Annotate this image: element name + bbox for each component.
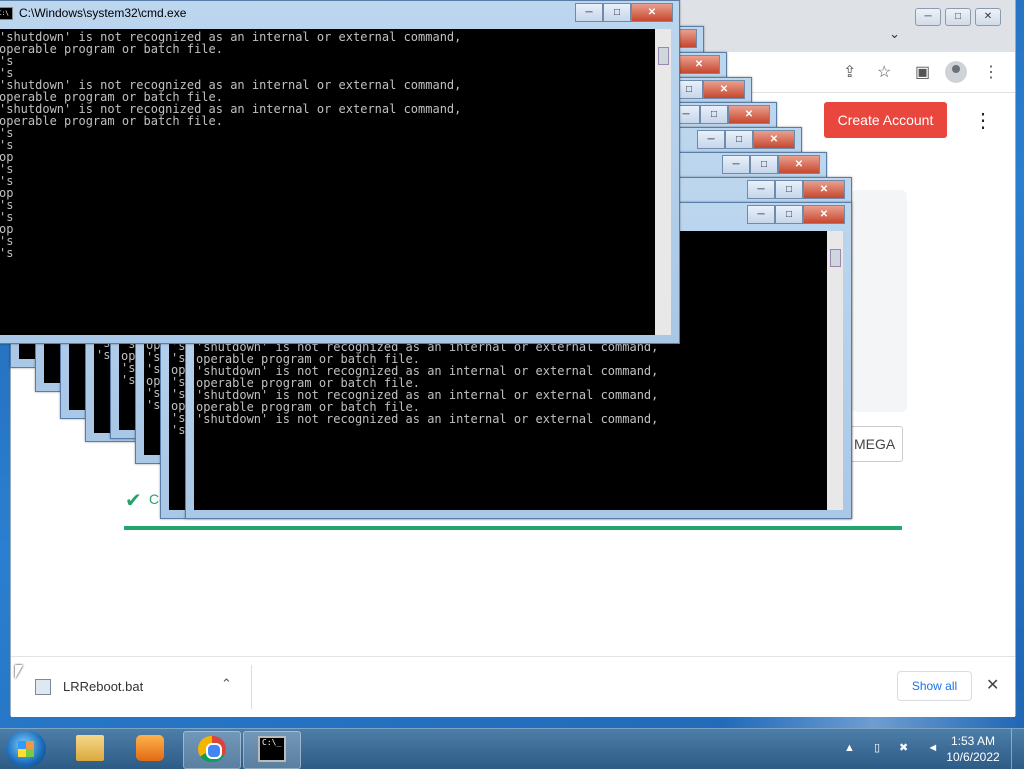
taskbar-clock[interactable]: 1:53 AM 10/6/2022 xyxy=(940,733,1006,765)
maximize-button[interactable]: □ xyxy=(700,105,728,124)
cmd-window-controls: ─□✕ xyxy=(722,155,820,174)
page-menu-icon[interactable]: ⋮ xyxy=(973,108,993,133)
download-divider xyxy=(251,665,252,709)
cmd-window-title: C:\Windows\system32\cmd.exe xyxy=(19,6,187,20)
maximize-button[interactable]: □ xyxy=(725,130,753,149)
folder-icon xyxy=(76,735,104,761)
taskbar: C:\_ ▲ ▯ ✖ ◄ 1:53 AM 10/6/2022 xyxy=(0,728,1024,769)
cmd-icon: C:\ xyxy=(0,7,13,20)
chrome-icon xyxy=(198,736,226,762)
checkmark-icon: ✔ xyxy=(125,490,142,512)
chrome-menu-icon[interactable]: ⋮ xyxy=(983,62,999,82)
show-all-button[interactable]: Show all xyxy=(897,671,972,701)
minimize-button[interactable]: ─ xyxy=(575,3,603,22)
create-account-button[interactable]: Create Account xyxy=(824,102,947,138)
page-card xyxy=(851,190,907,412)
close-button[interactable]: ✕ xyxy=(803,205,845,224)
minimize-button[interactable]: ─ xyxy=(697,130,725,149)
maximize-button[interactable]: □ xyxy=(775,180,803,199)
cmd-console[interactable]: 'shutdown' is not recognized as an inter… xyxy=(0,29,655,335)
cmd-window-controls: ─□✕ xyxy=(697,130,795,149)
close-button[interactable]: ✕ xyxy=(803,180,845,199)
download-progress-bar xyxy=(124,526,902,530)
close-button[interactable]: ✕ xyxy=(703,80,745,99)
chrome-window-controls: ─ □ ✕ xyxy=(915,8,1001,26)
cmd-title-bar[interactable]: C:\ C:\Windows\system32\cmd.exe ─□✕ xyxy=(0,1,679,27)
clock-date: 10/6/2022 xyxy=(946,750,1000,764)
cmd-window[interactable]: C:\ C:\Windows\system32\cmd.exe ─□✕ 'shutdo… xyxy=(0,0,680,344)
side-panel-icon[interactable]: ▣ xyxy=(915,62,930,82)
mouse-cursor xyxy=(15,665,23,679)
clock-time: 1:53 AM xyxy=(950,734,996,748)
media-player-icon xyxy=(136,735,164,761)
cmd-window-controls: ─□✕ xyxy=(747,205,845,224)
minimize-button[interactable]: ─ xyxy=(722,155,750,174)
cmd-window-controls: ─□✕ xyxy=(672,105,770,124)
maximize-button[interactable]: □ xyxy=(945,8,971,26)
download-file-name[interactable]: LRReboot.bat xyxy=(63,679,143,694)
maximize-button[interactable]: □ xyxy=(750,155,778,174)
cmd-window-controls: ─□✕ xyxy=(747,180,845,199)
cmd-output: 'shutdown' is not recognized as an inter… xyxy=(0,30,462,260)
download-options-chevron-icon[interactable]: ⌃ xyxy=(221,676,232,692)
close-button[interactable]: ✕ xyxy=(778,155,820,174)
close-button[interactable]: ✕ xyxy=(678,55,720,74)
cmd-icon: C:\_ xyxy=(258,736,286,762)
taskbar-explorer-button[interactable] xyxy=(62,731,118,767)
bookmark-star-icon[interactable]: ☆ xyxy=(877,62,891,82)
system-tray-icons[interactable]: ▲ ▯ ✖ ◄ xyxy=(844,741,946,754)
minimize-button[interactable]: ─ xyxy=(747,180,775,199)
taskbar-media-player-button[interactable] xyxy=(122,731,178,767)
close-button[interactable]: ✕ xyxy=(728,105,770,124)
download-bar: LRReboot.bat ⌃ Show all ✕ xyxy=(11,656,1015,717)
cmd-scrollbar[interactable] xyxy=(827,231,843,510)
profile-avatar[interactable] xyxy=(945,61,967,83)
show-desktop-button[interactable] xyxy=(1011,729,1024,769)
taskbar-chrome-button[interactable] xyxy=(183,731,241,769)
mega-button[interactable]: MEGA xyxy=(849,426,903,462)
minimize-button[interactable]: ─ xyxy=(915,8,941,26)
start-button[interactable] xyxy=(6,731,46,767)
close-button[interactable]: ✕ xyxy=(631,3,673,22)
close-download-bar-icon[interactable]: ✕ xyxy=(986,675,999,695)
tab-search-chevron-icon[interactable]: ⌄ xyxy=(889,26,900,42)
cmd-window-controls: ─□✕ xyxy=(575,3,673,22)
share-icon[interactable]: ⇪ xyxy=(843,62,856,82)
minimize-button[interactable]: ─ xyxy=(747,205,775,224)
close-button[interactable]: ✕ xyxy=(753,130,795,149)
taskbar-cmd-button[interactable]: C:\_ xyxy=(243,731,301,769)
cmd-scrollbar[interactable] xyxy=(655,29,671,335)
close-button[interactable]: ✕ xyxy=(975,8,1001,26)
maximize-button[interactable]: □ xyxy=(775,205,803,224)
bat-file-icon xyxy=(35,679,51,695)
maximize-button[interactable]: □ xyxy=(603,3,631,22)
